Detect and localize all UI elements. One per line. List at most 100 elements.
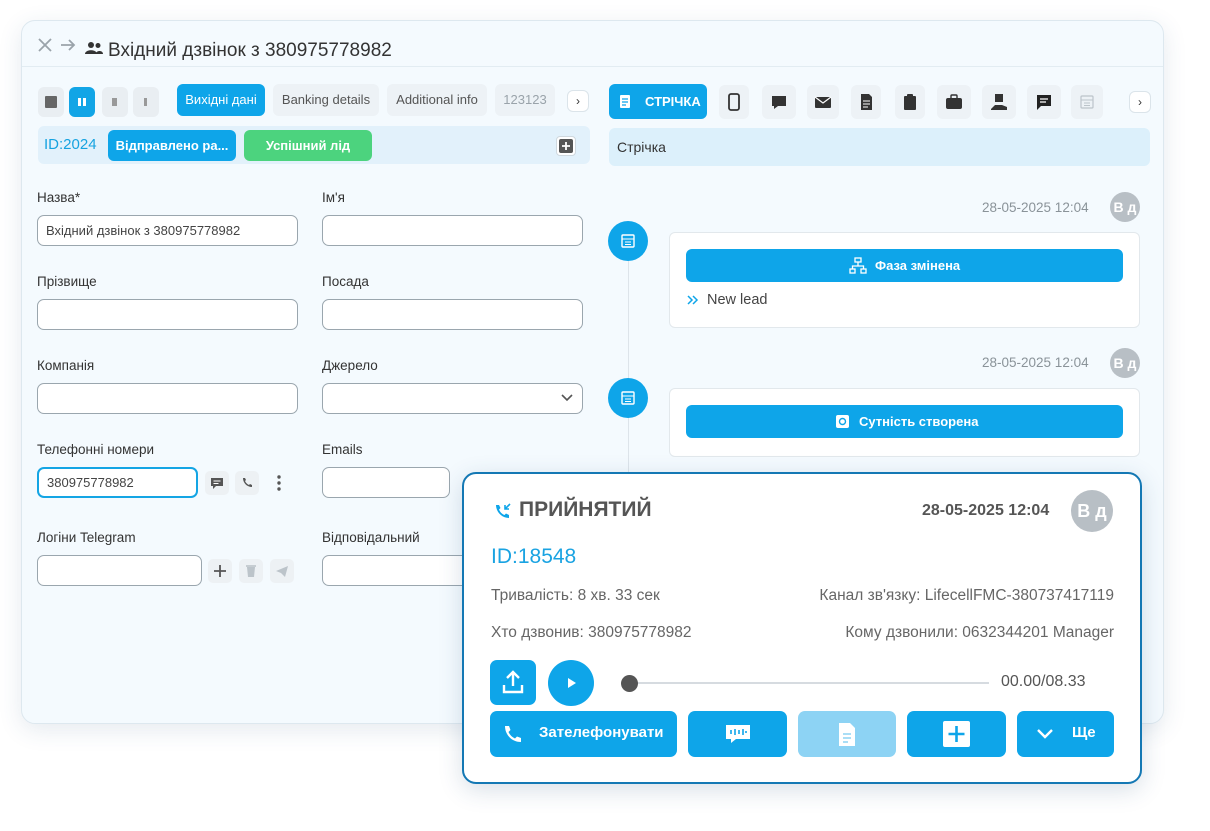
file-text-icon <box>839 723 855 746</box>
more-label: Ще <box>1072 724 1096 741</box>
tabs-scroll-right-button[interactable]: › <box>567 90 589 112</box>
tab-banking-details[interactable]: Banking details <box>273 84 379 116</box>
double-chevron-right-icon <box>687 295 699 305</box>
view-compact-button[interactable] <box>102 87 128 117</box>
delete-telegram-button[interactable] <box>239 559 263 583</box>
add-status-button[interactable] <box>556 136 576 156</box>
tab-deals[interactable] <box>937 85 971 119</box>
responsible-label: Відповідальний <box>322 530 420 545</box>
status-chip-sent[interactable]: Відправлено ра... <box>108 130 236 161</box>
tab-additional-info[interactable]: Additional info <box>387 84 487 116</box>
phase-changed-label: Фаза змінена <box>875 258 961 273</box>
briefcase-icon <box>946 94 962 109</box>
tab-calendar[interactable] <box>1071 85 1103 119</box>
call-timestamp: 28-05-2025 12:04 <box>922 502 1050 519</box>
file-icon <box>861 94 872 110</box>
telegram-label: Логіни Telegram <box>37 530 136 545</box>
timeline-dot <box>608 378 648 418</box>
hand-money-icon <box>991 94 1007 110</box>
email-input[interactable] <box>322 467 450 498</box>
lead-id: ID:2024 <box>44 136 97 153</box>
event-card-phase: Фаза змінена New lead <box>669 232 1140 328</box>
sms-button[interactable] <box>688 711 787 757</box>
more-vertical-icon[interactable] <box>273 473 285 493</box>
open-telegram-button[interactable] <box>270 559 294 583</box>
message-icon <box>211 478 223 489</box>
phase-detail: New lead <box>707 292 768 308</box>
message-dots-icon <box>726 725 750 743</box>
telegram-input[interactable] <box>37 555 202 586</box>
arrow-right-icon[interactable] <box>59 36 77 54</box>
avatar[interactable]: В д <box>1071 490 1113 532</box>
call-caller: Хто дзвонив: 380975778982 <box>491 624 692 641</box>
view-grid-button[interactable] <box>38 87 64 117</box>
calendar-icon <box>621 234 635 248</box>
status-bar: ID:2024 Відправлено ра... Успішний лід <box>38 126 590 164</box>
download-recording-button[interactable] <box>490 660 536 705</box>
tab-email[interactable] <box>807 85 839 119</box>
tab-tasks[interactable] <box>895 85 925 119</box>
event-card-created: Сутність створена <box>669 388 1140 457</box>
more-button[interactable]: Ще <box>1017 711 1114 757</box>
status-chip-success[interactable]: Успішний лід <box>244 130 372 161</box>
position-input[interactable] <box>322 299 583 330</box>
trash-icon <box>246 565 256 577</box>
add-button[interactable] <box>907 711 1006 757</box>
playback-slider-handle[interactable] <box>621 675 638 692</box>
view-narrow-button[interactable] <box>133 87 159 117</box>
right-tabs-scroll-button[interactable]: › <box>1129 91 1151 113</box>
image-card-icon <box>836 415 849 428</box>
responsible-input[interactable] <box>322 555 472 586</box>
entity-created-button[interactable]: Сутність створена <box>686 405 1123 438</box>
playback-track[interactable] <box>627 682 989 684</box>
tab-comments[interactable] <box>1027 85 1061 119</box>
send-sms-button[interactable] <box>205 471 229 495</box>
last-name-input[interactable] <box>37 299 298 330</box>
phase-changed-button[interactable]: Фаза змінена <box>686 249 1123 282</box>
call-popup: ПРИЙНЯТИЙ 28-05-2025 12:04 В д ID:18548 … <box>462 472 1142 784</box>
tab-source-data[interactable]: Вихідні дані <box>177 84 265 116</box>
event-timestamp: 28-05-2025 12:04 <box>982 355 1089 370</box>
entity-created-label: Сутність створена <box>859 414 979 429</box>
call-callee: Кому дзвонили: 0632344201 Manager <box>845 624 1114 641</box>
plus-icon <box>214 565 226 577</box>
event-timestamp: 28-05-2025 12:04 <box>982 200 1089 215</box>
emails-label: Emails <box>322 442 363 457</box>
document-button[interactable] <box>798 711 896 757</box>
call-duration: Тривалість: 8 хв. 33 сек <box>491 587 660 604</box>
company-input[interactable] <box>37 383 298 414</box>
phone-input[interactable]: 380975778982 <box>37 467 198 498</box>
call-back-label: Зателефонувати <box>539 724 664 741</box>
last-name-label: Прізвище <box>37 274 97 289</box>
chat-icon <box>772 96 786 109</box>
phone-icon <box>243 478 252 487</box>
chevron-down-icon <box>1037 729 1053 739</box>
call-phone-button[interactable] <box>235 471 259 495</box>
tab-documents[interactable] <box>851 85 881 119</box>
timeline-dot <box>608 221 648 261</box>
avatar[interactable]: В д <box>1110 192 1140 222</box>
avatar[interactable]: В д <box>1110 348 1140 378</box>
call-back-button[interactable]: Зателефонувати <box>490 711 677 757</box>
tab-payments[interactable] <box>982 85 1016 119</box>
phone-incoming-icon <box>496 503 511 518</box>
title-bar: Вхідний дзвінок з 380975778982 <box>22 21 1163 67</box>
tab-mobile[interactable] <box>719 85 749 119</box>
call-id: ID:18548 <box>491 545 577 568</box>
close-icon[interactable] <box>36 36 54 54</box>
first-name-input[interactable] <box>322 215 583 246</box>
view-two-column-button[interactable] <box>69 87 95 117</box>
envelope-icon <box>814 96 832 108</box>
feed-tab-label: СТРІЧКА <box>645 94 701 109</box>
add-telegram-button[interactable] <box>208 559 232 583</box>
tab-chat[interactable] <box>762 85 796 119</box>
source-select[interactable] <box>322 383 583 414</box>
page-title: Вхідний дзвінок з 380975778982 <box>108 40 392 61</box>
tab-123123[interactable]: 123123 <box>495 84 555 116</box>
chevron-down-icon <box>561 394 573 402</box>
play-button[interactable] <box>548 660 594 706</box>
users-icon <box>85 42 103 54</box>
name-input[interactable]: Вхідний дзвінок з 380975778982 <box>37 215 298 246</box>
tab-feed[interactable]: СТРІЧКА <box>609 84 707 119</box>
feed-header: Стрічка <box>609 128 1150 166</box>
